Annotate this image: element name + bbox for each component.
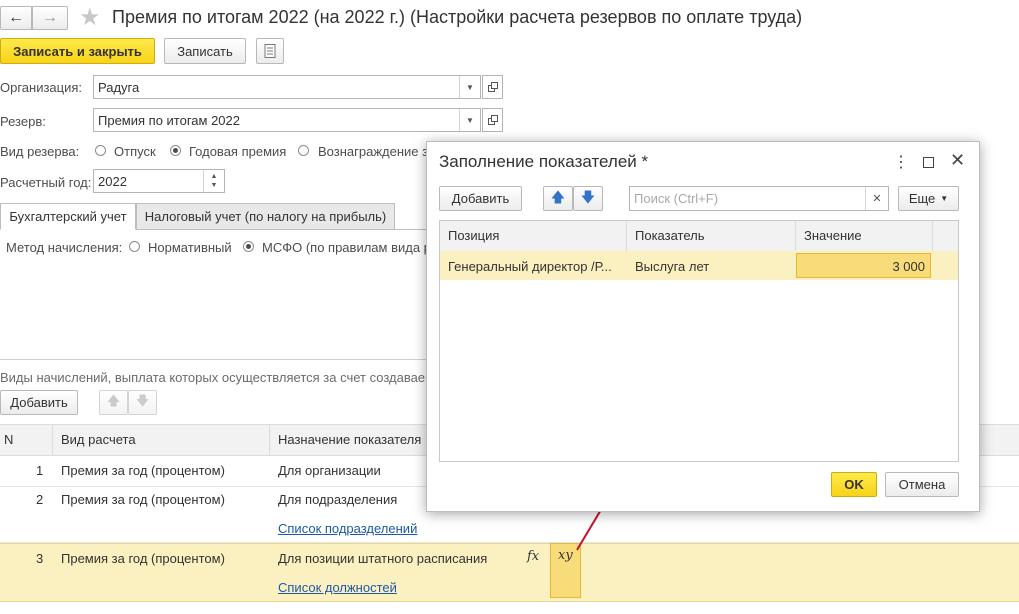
dialog-col-value[interactable]: Значение [804,228,862,243]
dialog-move-up-button[interactable]: 🡅 [543,186,573,211]
fill-indicators-dialog: Заполнение показателей * ⋮ ✕ Добавить 🡅 … [426,141,980,512]
search-placeholder: Поиск (Ctrl+F) [634,191,719,206]
dialog-move-down-button[interactable]: 🡇 [573,186,603,211]
more-options-icon[interactable]: ⋮ [893,152,909,172]
dialog-row-value: 3 000 [892,259,925,274]
arrow-up-icon: 🡅 [550,188,566,205]
dialog-col-position[interactable]: Позиция [448,228,499,243]
more-label: Еще [908,191,936,206]
cancel-button[interactable]: Отмена [885,472,959,497]
search-input[interactable]: Поиск (Ctrl+F) ✕ [629,186,889,211]
more-button[interactable]: Еще ▼ [898,186,959,211]
dialog-row-indicator: Выслуга лет [635,259,710,274]
ok-button[interactable]: OK [831,472,877,497]
chevron-down-icon: ▼ [940,194,949,203]
dialog-row-position: Генеральный директор /Р... [448,259,612,274]
dialog-col-indicator[interactable]: Показатель [635,228,705,243]
arrow-down-icon: 🡇 [580,188,596,205]
maximize-icon[interactable] [923,157,934,168]
close-icon[interactable]: ✕ [950,150,965,171]
dialog-title: Заполнение показателей * [439,152,649,171]
dialog-add-button[interactable]: Добавить [439,186,522,211]
clear-search-icon[interactable]: ✕ [865,187,888,210]
